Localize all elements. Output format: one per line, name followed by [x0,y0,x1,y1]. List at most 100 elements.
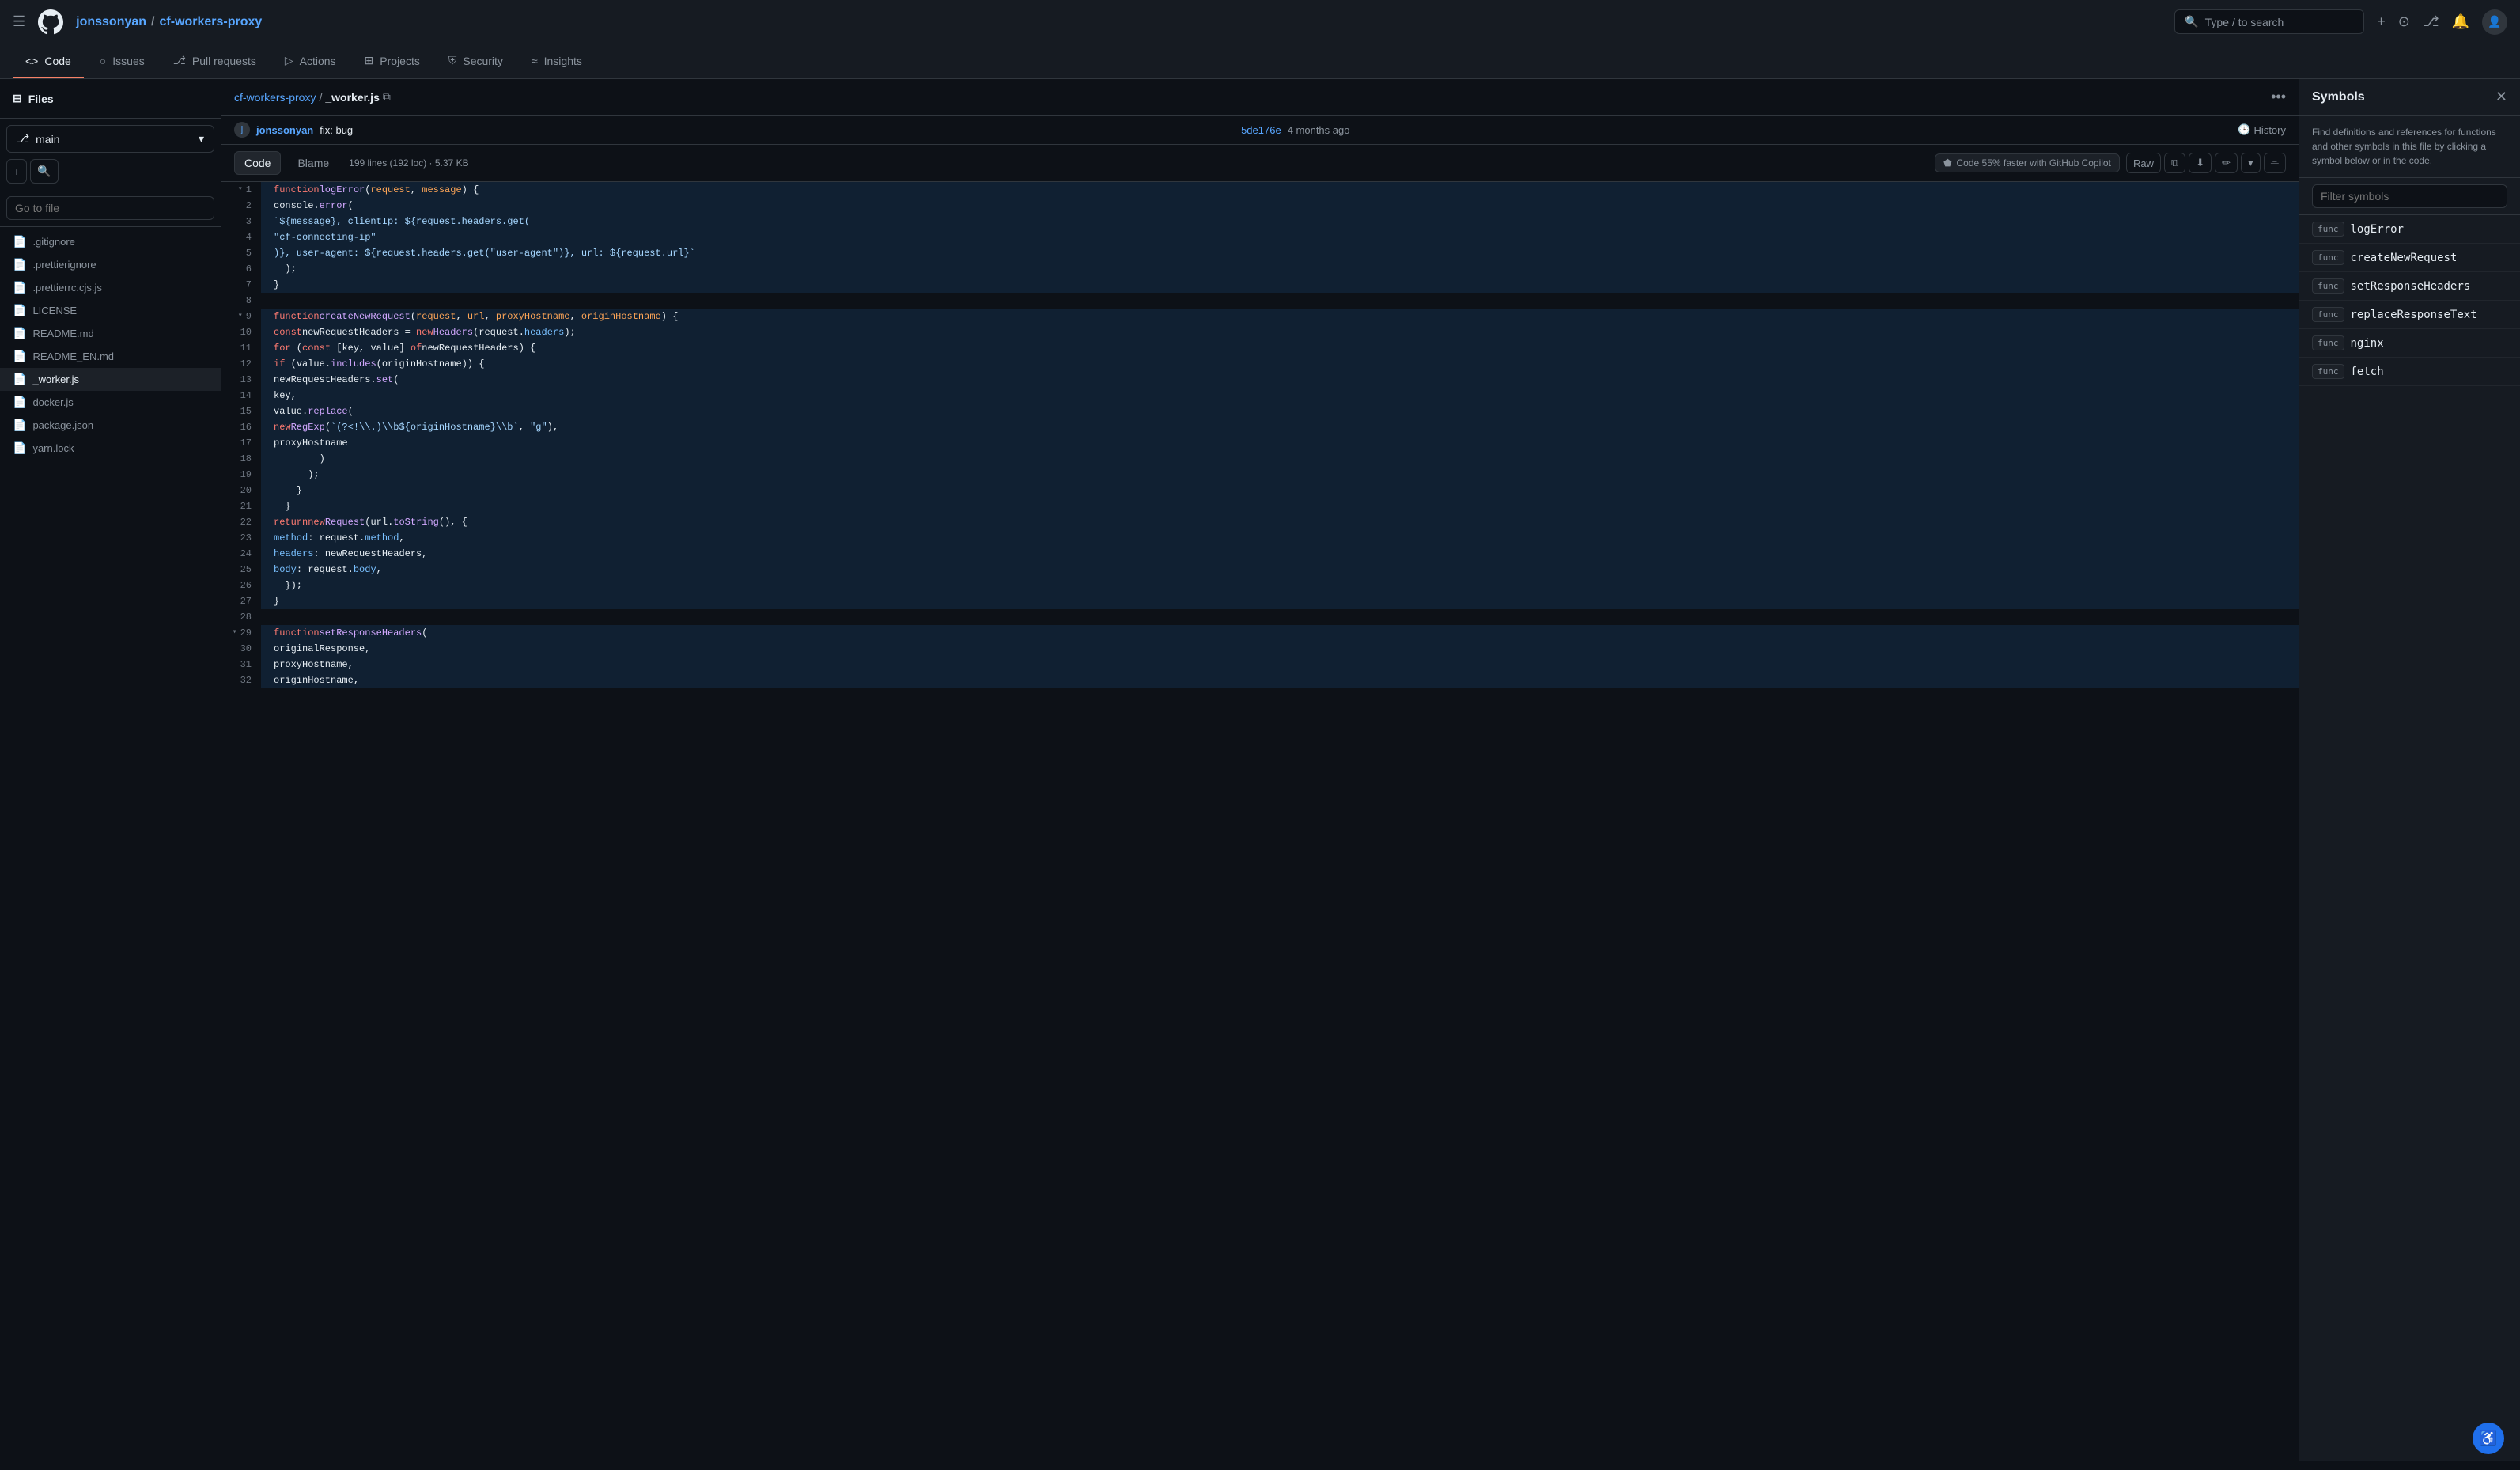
file-item-license[interactable]: 📄 LICENSE [0,299,221,322]
fold-icon[interactable]: ▾ [238,309,243,324]
code-line-11[interactable]: for (const [key, value] of newRequestHea… [261,340,2299,356]
nav-code[interactable]: <> Code [13,44,84,78]
copy-path-icon[interactable]: ⧉ [383,90,391,104]
code-line-27[interactable]: } [261,593,2299,609]
symbol-item-replaceResponseText[interactable]: func replaceResponseText [2299,301,2520,329]
line-number: 3 [228,214,255,229]
symbol-item-createNewRequest[interactable]: func createNewRequest [2299,244,2520,272]
global-search[interactable]: 🔍 Type / to search [2174,9,2364,34]
symbol-badge: func [2312,307,2344,322]
code-line-3[interactable]: `${message}, clientIp: ${request.headers… [261,214,2299,229]
code-line-20[interactable]: } [261,483,2299,498]
code-line-8[interactable] [261,293,2299,309]
github-logo[interactable] [38,9,63,35]
code-line-15[interactable]: value.replace( [261,403,2299,419]
line-number: 22 [228,514,255,530]
branch-selector[interactable]: ⎇ main ▾ [6,125,214,153]
symbols-close-button[interactable]: ✕ [2495,89,2507,105]
tab-code[interactable]: Code [234,151,281,175]
nav-projects[interactable]: ⊞ Projects [352,44,433,78]
file-item-prettierignore[interactable]: 📄 .prettierignore [0,253,221,276]
sidebar-search-container [0,190,221,227]
add-icon[interactable]: + [2377,13,2386,30]
symbol-item-nginx[interactable]: func nginx [2299,329,2520,358]
symbol-item-setResponseHeaders[interactable]: func setResponseHeaders [2299,272,2520,301]
fold-icon[interactable]: ▾ [233,625,237,641]
code-line-31[interactable]: proxyHostname, [261,657,2299,672]
symbol-item-fetch[interactable]: func fetch [2299,358,2520,386]
issues-icon: ○ [100,55,106,67]
more-options-button[interactable]: ••• [2271,89,2286,105]
issue-icon[interactable]: ⊙ [2398,13,2410,30]
file-icon: 📄 [13,327,26,340]
code-line-30[interactable]: originalResponse, [261,641,2299,657]
file-item-worker[interactable]: 📄 _worker.js [0,368,221,391]
fold-icon[interactable]: ▾ [238,182,243,198]
avatar[interactable]: 👤 [2482,9,2507,35]
raw-button[interactable]: Raw [2126,153,2161,173]
code-line-19[interactable]: ); [261,467,2299,483]
symbol-item-logError[interactable]: func logError [2299,215,2520,244]
commit-author[interactable]: jonssonyan [256,124,313,136]
nav-insights[interactable]: ≈ Insights [519,44,595,78]
search-files-button[interactable]: 🔍 [30,159,58,184]
line-number: 10 [228,324,255,340]
more-code-options[interactable]: ▾ [2241,153,2261,173]
symbols-filter-input[interactable] [2312,184,2507,208]
download-button[interactable]: ⬇ [2189,153,2212,173]
commit-hash[interactable]: 5de176e [1241,124,1281,136]
code-line-24[interactable]: headers: newRequestHeaders, [261,546,2299,562]
breadcrumb-user[interactable]: jonssonyan [76,15,146,29]
code-line-13[interactable]: newRequestHeaders.set( [261,372,2299,388]
nav-actions[interactable]: ▷ Actions [272,44,349,78]
accessibility-widget[interactable]: ♿ [2473,1423,2504,1454]
pr-icon[interactable]: ⎇ [2423,13,2439,30]
code-line-2[interactable]: console.error( [261,198,2299,214]
code-line-23[interactable]: method: request.method, [261,530,2299,546]
code-line-22[interactable]: return new Request(url.toString(), { [261,514,2299,530]
code-line-32[interactable]: originHostname, [261,672,2299,688]
file-item-docker[interactable]: 📄 docker.js [0,391,221,414]
code-line-21[interactable]: } [261,498,2299,514]
commit-bar: j jonssonyan fix: bug 5de176e 4 months a… [221,116,2299,145]
code-line-16[interactable]: new RegExp(`(?<!\\.)\\b${originHostname}… [261,419,2299,435]
code-line-7[interactable]: } [261,277,2299,293]
code-line-9[interactable]: function createNewRequest(request, url, … [261,309,2299,324]
symbol-name: logError [2351,223,2404,236]
file-search-input[interactable] [6,196,214,220]
file-item-readme-en[interactable]: 📄 README_EN.md [0,345,221,368]
nav-pull-requests[interactable]: ⎇ Pull requests [161,44,269,78]
code-line-4[interactable]: "cf-connecting-ip" [261,229,2299,245]
code-line-12[interactable]: if (value.includes(originHostname)) { [261,356,2299,372]
file-item-yarn[interactable]: 📄 yarn.lock [0,437,221,460]
file-item-package[interactable]: 📄 package.json [0,414,221,437]
code-line-6[interactable]: ); [261,261,2299,277]
history-link[interactable]: 🕒 History [2238,123,2286,136]
file-item-gitignore[interactable]: 📄 .gitignore [0,230,221,253]
repo-link[interactable]: cf-workers-proxy [234,91,316,104]
code-line-10[interactable]: const newRequestHeaders = new Headers(re… [261,324,2299,340]
copy-button[interactable]: ⧉ [2164,153,2185,173]
code-line-17[interactable]: proxyHostname [261,435,2299,451]
sidebar-actions: + 🔍 [0,159,221,190]
code-line-25[interactable]: body: request.body, [261,562,2299,578]
breadcrumb-repo[interactable]: cf-workers-proxy [160,15,263,29]
code-line-28[interactable] [261,609,2299,625]
code-line-29[interactable]: function setResponseHeaders( [261,625,2299,641]
menu-button[interactable]: ☰ [13,13,25,30]
add-file-button[interactable]: + [6,159,27,184]
code-line-14[interactable]: key, [261,388,2299,403]
tab-blame[interactable]: Blame [287,151,339,175]
notification-icon[interactable]: 🔔 [2452,13,2469,30]
file-item-readme[interactable]: 📄 README.md [0,322,221,345]
nav-security[interactable]: ⛨ Security [436,44,516,78]
nav-issues[interactable]: ○ Issues [87,44,157,78]
copilot-badge[interactable]: ⬟ Code 55% faster with GitHub Copilot [1935,153,2120,172]
file-item-prettierrc[interactable]: 📄 .prettierrc.cjs.js [0,276,221,299]
code-line-18[interactable]: ) [261,451,2299,467]
wrap-button[interactable]: ⌯ [2264,153,2286,173]
code-line-1[interactable]: function logError(request, message) { [261,182,2299,198]
code-line-26[interactable]: }); [261,578,2299,593]
edit-button[interactable]: ✏ [2215,153,2238,173]
code-line-5[interactable]: )}, user-agent: ${request.headers.get("u… [261,245,2299,261]
